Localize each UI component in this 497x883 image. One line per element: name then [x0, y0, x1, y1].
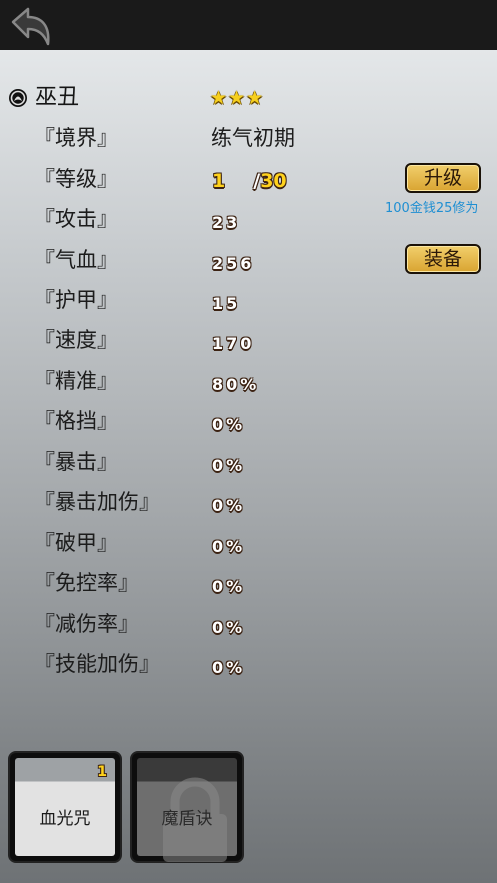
- upgrade-cost: 100金钱25修为: [385, 201, 479, 216]
- stat-label-control-immunity: 『免控率』: [34, 571, 139, 595]
- stat-label-crit: 『暴击』: [34, 450, 118, 474]
- skill-slot-1[interactable]: 1 血光咒: [8, 751, 122, 863]
- stat-label-level: 『等级』: [34, 167, 118, 191]
- stat-value-accuracy: 80%: [212, 375, 260, 394]
- stat-label-armor: 『护甲』: [34, 288, 118, 312]
- skill-slot-2-locked[interactable]: 魔盾诀: [130, 751, 244, 863]
- stat-value-attack: 23: [212, 213, 241, 232]
- level-max: 30: [260, 170, 287, 192]
- stat-value-armor: 15: [212, 294, 241, 313]
- stat-label-speed: 『速度』: [34, 328, 118, 352]
- stat-label-realm: 『境界』: [34, 126, 118, 150]
- stat-label-accuracy: 『精准』: [34, 369, 118, 393]
- back-arrow-icon: [11, 7, 50, 46]
- stat-value-level: 1/30: [212, 170, 287, 192]
- upgrade-button[interactable]: 升级: [405, 163, 481, 193]
- stat-label-attack: 『攻击』: [34, 207, 118, 231]
- skill-name: 血光咒: [39, 809, 91, 829]
- back-button[interactable]: [4, 2, 56, 50]
- stat-value-realm: 练气初期: [211, 126, 295, 150]
- stat-value-crit: 0%: [212, 456, 246, 475]
- hero-name: 巫丑: [35, 85, 80, 110]
- stat-label-block: 『格挡』: [34, 409, 118, 433]
- stat-value-damage-reduction: 0%: [212, 618, 246, 637]
- skill-card: 魔盾诀: [137, 758, 237, 862]
- stat-label-skill-damage: 『技能加伤』: [34, 652, 160, 676]
- equip-button[interactable]: 装备: [405, 244, 481, 274]
- stat-label-armor-break: 『破甲』: [34, 531, 118, 555]
- stat-value-block: 0%: [212, 415, 246, 434]
- skill-name: 魔盾诀: [161, 809, 213, 829]
- stat-value-control-immunity: 0%: [212, 577, 246, 596]
- stat-value-speed: 170: [212, 334, 255, 353]
- hero-emblem-icon: [9, 89, 27, 107]
- stat-label-damage-reduction: 『减伤率』: [34, 612, 139, 636]
- stat-value-crit-damage: 0%: [212, 496, 246, 515]
- stat-value-armor-break: 0%: [212, 537, 246, 556]
- top-bar: [0, 0, 497, 50]
- skill-card: 1 血光咒: [15, 758, 115, 856]
- hero-star-rating: ★★★: [210, 87, 265, 109]
- stat-label-hp: 『气血』: [34, 248, 118, 272]
- stat-value-skill-damage: 0%: [212, 658, 246, 677]
- stat-value-hp: 256: [212, 254, 255, 273]
- stat-label-crit-damage: 『暴击加伤』: [34, 490, 160, 514]
- level-current: 1: [212, 170, 226, 192]
- hero-header: 巫丑: [8, 84, 79, 112]
- skill-count: 1: [97, 764, 107, 780]
